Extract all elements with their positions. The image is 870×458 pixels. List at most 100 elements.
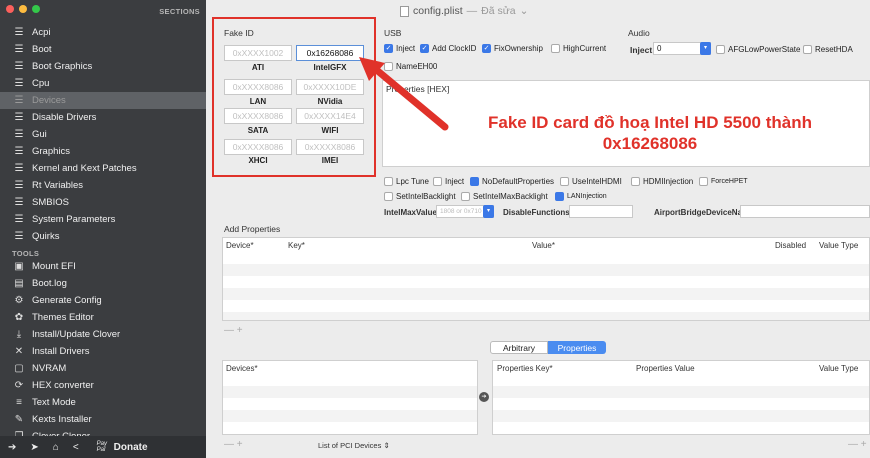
checkbox-box	[560, 177, 569, 186]
add-properties-title: Add Properties	[224, 224, 281, 234]
audio-afg-checkbox[interactable]: AFGLowPowerState	[716, 45, 800, 54]
close-window-icon[interactable]	[6, 5, 14, 13]
column-header-properties-value[interactable]: Properties Value	[636, 364, 695, 373]
intel-max-value-combo[interactable]: 1808 or 0x710 ▾	[436, 205, 494, 218]
force-hpet-checkbox[interactable]: ForceHPET	[699, 177, 748, 186]
sidebar-item-quirks[interactable]: ☰ Quirks	[0, 228, 206, 245]
set-intel-backlight-label: SetIntelBacklight	[396, 192, 456, 201]
use-intel-hdmi-checkbox[interactable]: UseIntelHDMI	[560, 177, 622, 186]
tool-install-drivers[interactable]: ✕ Install Drivers	[0, 343, 206, 360]
audio-inject-select[interactable]: 0 ▾	[653, 42, 711, 55]
tool-nvram[interactable]: ▢ NVRAM	[0, 360, 206, 377]
sidebar-item-boot-graphics[interactable]: ☰ Boot Graphics	[0, 58, 206, 75]
disk-icon: ▣	[14, 261, 24, 272]
usb-add-clockid-label: Add ClockID	[432, 44, 477, 53]
column-header-properties-key[interactable]: Properties Key*	[497, 364, 553, 373]
audio-resethda-checkbox[interactable]: ResetHDA	[803, 45, 853, 54]
checkbox-box	[384, 177, 393, 186]
hdmi-injection-label: HDMIInjection	[643, 177, 694, 186]
tool-boot-log[interactable]: ▤ Boot.log	[0, 275, 206, 292]
column-header-properties-value-type[interactable]: Value Type	[819, 364, 858, 373]
properties-add-remove[interactable]: — +	[848, 439, 867, 450]
column-header-key[interactable]: Key*	[288, 241, 305, 250]
sidebar-item-label: Kernel and Kext Patches	[32, 163, 137, 174]
usb-highcurrent-checkbox[interactable]: HighCurrent	[551, 44, 606, 53]
tool-install-update-clover[interactable]: ⤓ Install/Update Clover	[0, 326, 206, 343]
intel-max-value-label: IntelMaxValue	[384, 208, 437, 217]
tool-label: Text Mode	[32, 397, 76, 408]
import-icon[interactable]: ➔	[8, 442, 16, 453]
title-separator: —	[466, 5, 478, 17]
sidebar-item-boot[interactable]: ☰ Boot	[0, 41, 206, 58]
home-icon[interactable]: ⌂	[53, 442, 59, 453]
share-icon[interactable]: <	[73, 442, 79, 453]
tools-header: TOOLS	[12, 249, 40, 258]
tool-text-mode[interactable]: ≡ Text Mode	[0, 394, 206, 411]
sidebar-item-acpi[interactable]: ☰ Acpi	[0, 24, 206, 41]
checkbox-box	[716, 45, 725, 54]
add-properties-rows	[223, 252, 869, 320]
column-header-device[interactable]: Device*	[226, 241, 254, 250]
chevron-down-icon[interactable]: ⌄	[520, 5, 529, 17]
tool-hex-converter[interactable]: ⟳ HEX converter	[0, 377, 206, 394]
checkbox-box	[461, 192, 470, 201]
tool-mount-efi[interactable]: ▣ Mount EFI	[0, 258, 206, 275]
sidebar-item-label: System Parameters	[32, 214, 116, 225]
tools-icon: ✕	[14, 346, 24, 357]
tool-generate-config[interactable]: ⚙ Generate Config	[0, 292, 206, 309]
convert-icon: ⟳	[14, 380, 24, 391]
column-header-disabled[interactable]: Disabled	[775, 241, 806, 250]
devices-add-remove[interactable]: — +	[224, 439, 243, 450]
list-icon: ☰	[14, 27, 24, 38]
column-header-value[interactable]: Value*	[532, 241, 555, 250]
checkmark-icon: ✓	[384, 44, 393, 53]
checkbox-box	[699, 177, 708, 186]
donate-button[interactable]: Pay Pal Donate	[97, 441, 148, 453]
chip-icon: ▢	[14, 363, 24, 374]
list-icon: ☰	[14, 163, 24, 174]
checkbox-box	[470, 177, 479, 186]
set-intel-backlight-checkbox[interactable]: SetIntelBacklight	[384, 192, 456, 201]
intel-inject-checkbox[interactable]: Inject	[433, 177, 464, 186]
usb-inject-checkbox[interactable]: ✓ Inject	[384, 44, 415, 53]
audio-title: Audio	[628, 28, 650, 38]
tool-themes-editor[interactable]: ✿ Themes Editor	[0, 309, 206, 326]
arrow-right-icon[interactable]: ➔	[479, 392, 489, 402]
pci-devices-list-popup[interactable]: List of PCI Devices ⇕	[318, 441, 390, 450]
list-icon: ☰	[14, 44, 24, 55]
sidebar-item-gui[interactable]: ☰ Gui	[0, 126, 206, 143]
no-default-properties-label: NoDefaultProperties	[482, 177, 555, 186]
set-intel-max-backlight-checkbox[interactable]: SetIntelMaxBacklight	[461, 192, 548, 201]
sidebar-item-rt-variables[interactable]: ☰ Rt Variables	[0, 177, 206, 194]
add-properties-add-remove[interactable]: — +	[224, 325, 243, 336]
sidebar-item-graphics[interactable]: ☰ Graphics	[0, 143, 206, 160]
sidebar-item-disable-drivers[interactable]: ☰ Disable Drivers	[0, 109, 206, 126]
sidebar-item-kernel-kext-patches[interactable]: ☰ Kernel and Kext Patches	[0, 160, 206, 177]
airport-bridge-input[interactable]	[740, 205, 870, 218]
lan-injection-checkbox[interactable]: LANInjection	[555, 192, 607, 201]
force-hpet-label: ForceHPET	[711, 178, 748, 185]
properties-segment[interactable]: Properties	[548, 341, 606, 354]
annotation-line-1: Fake ID card đồ hoạ Intel HD 5500 thành	[487, 113, 813, 132]
tool-kexts-installer[interactable]: ✎ Kexts Installer	[0, 411, 206, 428]
properties-kv-rows	[493, 374, 869, 434]
hdmi-injection-checkbox[interactable]: HDMIInjection	[631, 177, 693, 186]
zoom-window-icon[interactable]	[32, 5, 40, 13]
usb-fixownership-checkbox[interactable]: ✓ FixOwnership	[482, 44, 543, 53]
disable-functions-input[interactable]	[569, 205, 633, 218]
pointer-icon[interactable]: ➤	[30, 442, 38, 453]
usb-add-clockid-checkbox[interactable]: ✓ Add ClockID	[420, 44, 476, 53]
arbitrary-segment[interactable]: Arbitrary	[490, 341, 548, 354]
minimize-window-icon[interactable]	[19, 5, 27, 13]
use-intel-hdmi-label: UseIntelHDMI	[572, 177, 622, 186]
lpc-tune-checkbox[interactable]: Lpc Tune	[384, 177, 429, 186]
column-header-value-type[interactable]: Value Type	[819, 241, 858, 250]
sidebar-item-cpu[interactable]: ☰ Cpu	[0, 75, 206, 92]
sidebar-item-system-parameters[interactable]: ☰ System Parameters	[0, 211, 206, 228]
column-header-devices[interactable]: Devices*	[226, 364, 258, 373]
tool-label: Install/Update Clover	[32, 329, 121, 340]
no-default-properties-checkbox[interactable]: NoDefaultProperties	[470, 177, 554, 186]
set-intel-max-backlight-label: SetIntelMaxBacklight	[473, 192, 548, 201]
sidebar-item-smbios[interactable]: ☰ SMBIOS	[0, 194, 206, 211]
sidebar-item-devices[interactable]: ☰ Devices	[0, 92, 206, 109]
